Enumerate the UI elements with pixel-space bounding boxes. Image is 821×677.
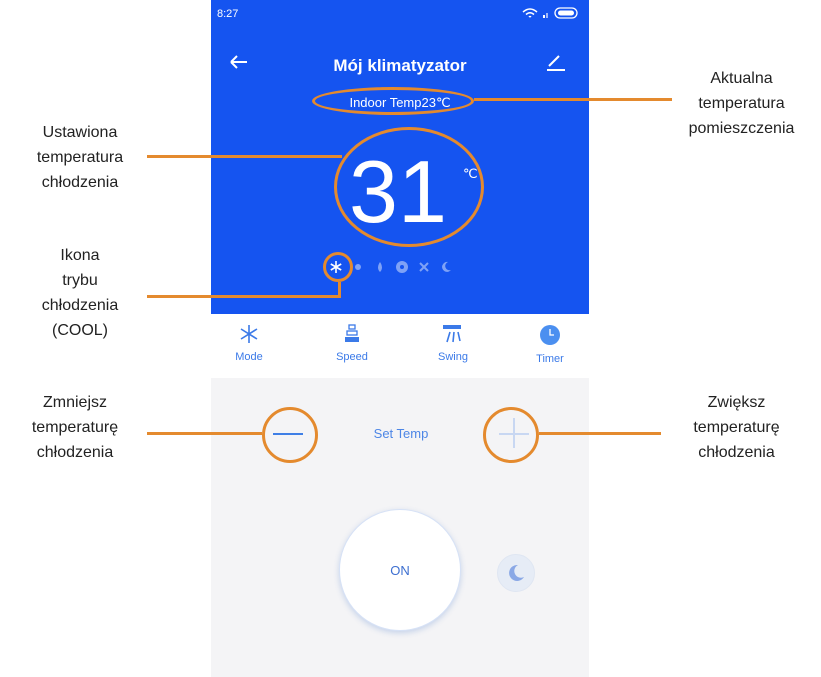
indoor-temp-highlight [312, 87, 474, 115]
line-cool-icon-h [147, 295, 339, 298]
wifi-icon [522, 8, 538, 18]
line-cool-icon-v [338, 282, 341, 298]
action-bar: Mode Speed Swing Timer [211, 314, 589, 378]
line-increase [539, 432, 661, 435]
swing-icon [443, 325, 461, 343]
mode-button[interactable]: Mode [219, 324, 279, 363]
fan-icon [393, 258, 411, 276]
sleep-button[interactable] [497, 554, 535, 592]
annotation-cool-icon: Ikona trybu chłodzenia (COOL) [41, 247, 119, 339]
edit-icon[interactable] [545, 54, 567, 72]
speed-icon [345, 324, 359, 342]
line-current-temp [474, 98, 672, 101]
status-time: 8:27 [217, 8, 239, 20]
annotation-current-temp: Aktualna temperatura pomieszczenia [688, 70, 795, 137]
decrease-highlight [262, 407, 318, 463]
swing-button[interactable]: Swing [423, 324, 483, 363]
cool-icon-highlight [323, 252, 353, 282]
moon-icon [437, 258, 455, 276]
line-decrease [147, 432, 262, 435]
increase-highlight [483, 407, 539, 463]
timer-label: Timer [536, 353, 564, 365]
moon-icon [509, 564, 524, 581]
annotation-decrease: Zmniejsz temperaturę chłodzenia [31, 394, 119, 461]
timer-button[interactable]: Timer [520, 324, 580, 365]
annotation-set-temp: Ustawiona temperatura chłodzenia [36, 124, 124, 191]
power-label: ON [390, 562, 410, 578]
swing-label: Swing [438, 351, 468, 363]
set-temp-highlight [334, 127, 484, 247]
drop-icon [371, 258, 389, 276]
page-title: Mój klimatyzator [333, 56, 467, 75]
mode-label: Mode [235, 351, 263, 363]
status-icons [522, 7, 578, 19]
set-temp-label: Set Temp [373, 426, 429, 441]
clock-icon [540, 325, 560, 345]
signal-icon [543, 15, 545, 18]
auto-icon [415, 258, 433, 276]
power-button[interactable]: ON [339, 509, 461, 631]
annotation-increase: Zwiększ temperaturę chłodzenia [693, 394, 780, 461]
speed-label: Speed [336, 351, 368, 363]
speed-button[interactable]: Speed [322, 324, 382, 363]
line-set-temp [147, 155, 342, 158]
snowflake-icon [240, 325, 258, 343]
